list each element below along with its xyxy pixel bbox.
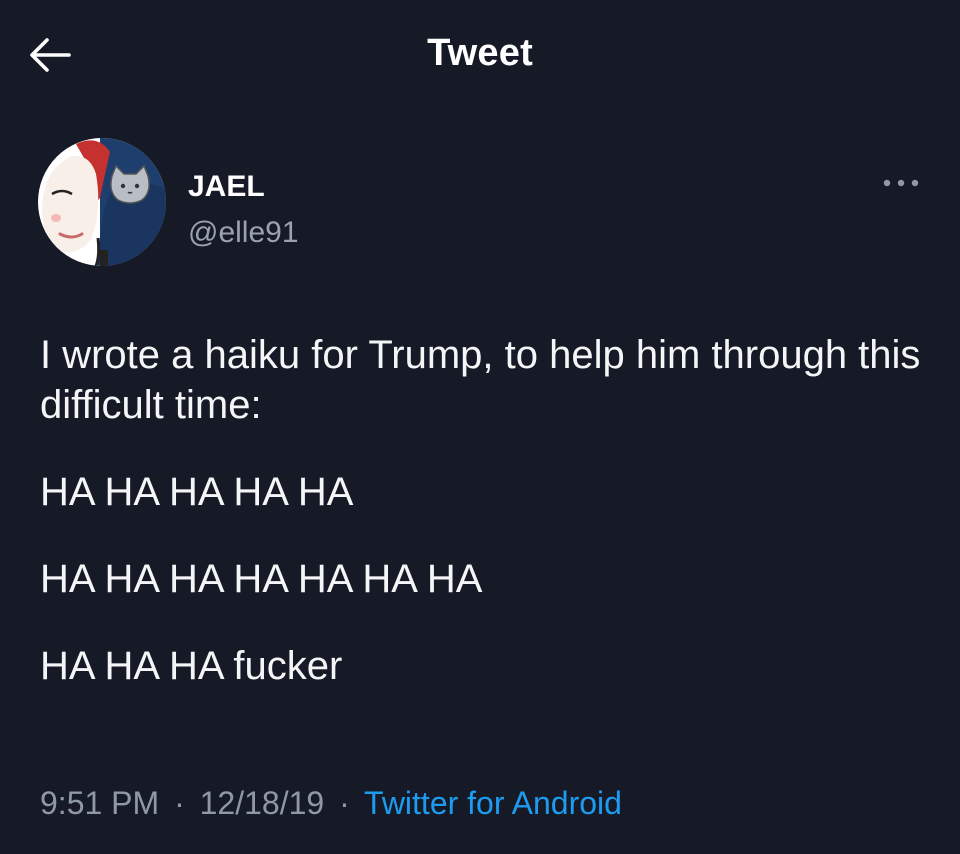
tweet-detail-screen: Tweet JAEL @elle91 I wrote a haiku for T… (0, 0, 960, 854)
haiku-line-1: HA HA HA HA HA (40, 470, 354, 514)
avatar[interactable] (38, 138, 166, 266)
avatar-illustration (38, 138, 166, 266)
author-display-name[interactable]: JAEL (188, 170, 265, 204)
tweet-text: I wrote a haiku for Trump, to help him t… (40, 330, 930, 691)
top-bar: Tweet (0, 0, 960, 110)
haiku-line-3: HA HA HA fucker (40, 644, 343, 688)
more-horizontal-icon (883, 179, 919, 187)
tweet-time: 9:51 PM (40, 785, 160, 821)
meta-separator: · (174, 785, 185, 821)
tweet-author: JAEL @elle91 (38, 138, 928, 268)
more-options-button[interactable] (876, 168, 926, 198)
meta-separator: · (339, 785, 350, 821)
tweet-intro-text: I wrote a haiku for Trump, to help him t… (40, 333, 921, 427)
author-handle[interactable]: @elle91 (188, 216, 299, 250)
page-title: Tweet (427, 32, 533, 74)
haiku-line-2: HA HA HA HA HA HA HA (40, 557, 483, 601)
tweet-metadata: 9:51 PM · 12/18/19 · Twitter for Android (40, 785, 622, 822)
tweet-source-link[interactable]: Twitter for Android (364, 785, 622, 821)
tweet-date: 12/18/19 (199, 785, 325, 821)
